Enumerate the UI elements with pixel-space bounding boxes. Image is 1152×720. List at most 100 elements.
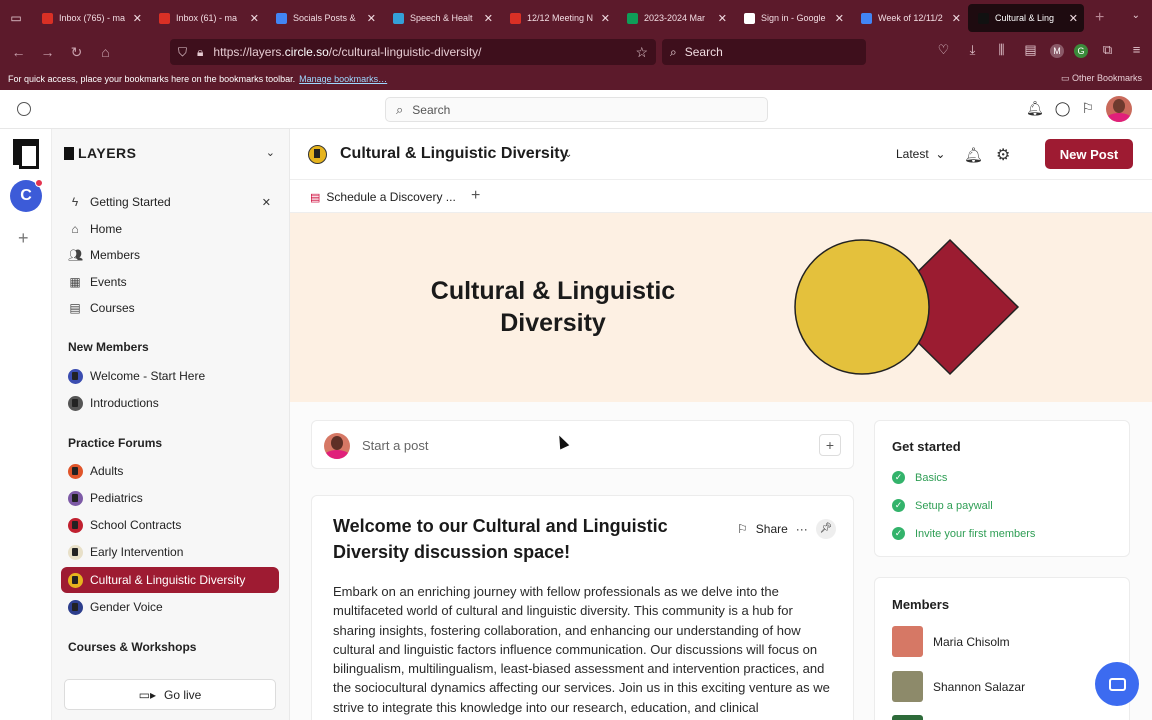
browser-tab[interactable]: Inbox (61) - ma ✕ — [149, 4, 265, 32]
home-button[interactable]: ⌂ — [91, 44, 120, 60]
other-bookmarks[interactable]: ▭ Other Bookmarks — [1061, 73, 1142, 84]
menu-icon[interactable]: ≡ — [1127, 42, 1146, 58]
browser-tab[interactable]: Sign in - Google ✕ — [734, 4, 850, 32]
close-tab-icon[interactable]: ✕ — [952, 12, 961, 25]
close-tab-icon[interactable]: ✕ — [1069, 12, 1078, 25]
discovery-link[interactable]: ▤ Schedule a Discovery ... — [310, 190, 456, 204]
close-tab-icon[interactable]: ✕ — [133, 12, 142, 25]
add-workspace-button[interactable]: + — [18, 228, 29, 249]
sidebar-item-adults[interactable]: Adults — [61, 458, 279, 484]
shield-icon: ⛉ — [178, 44, 188, 59]
tab-list-chevron-icon[interactable]: ⌄ — [1132, 10, 1140, 21]
close-tab-icon[interactable]: ✕ — [250, 12, 259, 25]
browser-tab[interactable]: Socials Posts & ✕ — [266, 4, 382, 32]
share-button[interactable]: Share — [756, 522, 788, 536]
user-avatar[interactable] — [1106, 96, 1132, 122]
sidebar-item-pediatrics[interactable]: Pediatrics — [61, 485, 279, 511]
sidebar-item-gender-voice[interactable]: Gender Voice — [61, 594, 279, 620]
reload-button[interactable]: ↻ — [62, 44, 91, 61]
library-icon[interactable]: ⫼ — [992, 42, 1011, 58]
page-title[interactable]: Cultural & Linguistic Diversity — [340, 145, 568, 163]
section-heading[interactable]: Courses & Workshops — [68, 640, 196, 654]
member-row[interactable]: Shannon Salazar — [892, 671, 1025, 702]
sidebar-item-getting-started[interactable]: ϟ Getting Started ✕ — [61, 189, 279, 215]
checklist-item[interactable]: ✓ Invite your first members — [892, 527, 1035, 540]
browser-tab[interactable]: Week of 12/11/2 ✕ — [851, 4, 967, 32]
close-tab-icon[interactable]: ✕ — [484, 12, 493, 25]
gmail-icon — [159, 12, 170, 24]
add-link-button[interactable]: + — [471, 187, 480, 205]
chevron-down-icon[interactable]: ⌄ — [266, 146, 275, 159]
section-heading[interactable]: Practice Forums — [68, 436, 162, 450]
sidebar-item-courses[interactable]: ▤ Courses — [61, 295, 279, 321]
close-tab-icon[interactable]: ✕ — [718, 12, 727, 25]
go-live-button[interactable]: ▭▸ Go live — [64, 679, 276, 710]
sidebar-item-home[interactable]: ⌂ Home — [61, 216, 279, 242]
sidebar-item-label: Adults — [90, 464, 124, 478]
section-heading[interactable]: New Members — [68, 340, 149, 354]
tab-overview-icon[interactable]: ▭ — [0, 0, 32, 36]
sort-dropdown[interactable]: Latest ⌄ — [896, 147, 945, 161]
sidebar-item-welcome[interactable]: Welcome - Start Here — [61, 363, 279, 389]
community-switcher-icon[interactable] — [17, 102, 31, 116]
sidebar-toggle-icon[interactable]: ▤ — [1021, 42, 1040, 58]
pin-icon[interactable]: 📌︎ — [815, 519, 836, 539]
bolt-icon: ϟ — [71, 195, 79, 209]
sidebar-item-events[interactable]: ▦ Events — [61, 269, 279, 295]
more-options-icon[interactable]: ··· — [796, 522, 808, 536]
post-composer[interactable]: Start a post + — [311, 420, 854, 469]
browser-tab[interactable]: Speech & Healt ✕ — [383, 4, 499, 32]
checklist-item[interactable]: ✓ Setup a paywall — [892, 499, 993, 512]
sidebar-item-label: Courses — [90, 301, 135, 315]
browser-tab[interactable]: Inbox (765) - ma ✕ — [32, 4, 148, 32]
calendar-icon: ▦ — [69, 275, 81, 289]
sidebar-item-members[interactable]: 👥︎ Members — [61, 242, 279, 268]
bookmarks-icon[interactable]: ⚐ — [1081, 100, 1094, 117]
messages-icon[interactable]: ◯ — [1055, 100, 1071, 117]
sidebar-item-cultural-linguistic-diversity[interactable]: Cultural & Linguistic Diversity — [61, 567, 279, 593]
sidebar-item-school-contracts[interactable]: School Contracts — [61, 512, 279, 538]
browser-tab[interactable]: 12/12 Meeting N ✕ — [500, 4, 616, 32]
gear-icon[interactable]: ⚙ — [996, 145, 1010, 165]
browser-tab[interactable]: Cultural & Ling ✕ — [968, 4, 1084, 32]
space-icon — [68, 490, 83, 506]
app-search-input[interactable]: ⌕ Search — [385, 97, 768, 122]
browser-search-input[interactable]: ⌕ Search — [662, 39, 866, 65]
download-icon[interactable]: ⤓ — [963, 42, 982, 58]
brand[interactable]: LAYERS — [64, 145, 137, 161]
url-bar[interactable]: ⛉ 🔒︎ https://layers.circle.so/c/cultural… — [170, 39, 656, 65]
manage-bookmarks-link[interactable]: Manage bookmarks… — [299, 74, 387, 84]
member-row[interactable]: Maria Chisolm — [892, 626, 1010, 657]
close-tab-icon[interactable]: ✕ — [367, 12, 376, 25]
sidebar-item-early-intervention[interactable]: Early Intervention — [61, 539, 279, 565]
new-tab-button[interactable]: + — [1095, 9, 1104, 27]
new-post-button[interactable]: New Post — [1045, 139, 1133, 169]
forward-button[interactable]: → — [33, 44, 62, 60]
bookmark-icon[interactable]: ⚐ — [737, 522, 748, 536]
pinned-post: Welcome to our Cultural and Linguistic D… — [311, 495, 854, 720]
chat-support-button[interactable] — [1095, 662, 1139, 706]
extension-grammarly-icon[interactable]: G — [1074, 44, 1088, 58]
sidebar-item-introductions[interactable]: Introductions — [61, 390, 279, 416]
post-title[interactable]: Welcome to our Cultural and Linguistic D… — [333, 513, 713, 565]
space-notifications-bell-icon[interactable]: 🔔︎ — [964, 146, 983, 164]
bookmark-star-icon[interactable]: ☆ — [635, 44, 648, 61]
chevron-down-icon[interactable]: ⌄ — [564, 149, 572, 160]
notifications-bell-icon[interactable]: 🔔︎ — [1026, 100, 1044, 117]
close-tab-icon[interactable]: ✕ — [601, 12, 610, 25]
back-button[interactable]: ← — [4, 44, 33, 60]
space-links-bar: ▤ Schedule a Discovery ... + — [290, 180, 1152, 213]
checklist-item[interactable]: ✓ Basics — [892, 471, 947, 484]
add-icon[interactable]: + — [819, 434, 841, 456]
layers-logo-icon[interactable] — [13, 139, 39, 169]
extension-m-icon[interactable]: M — [1050, 44, 1064, 58]
close-tab-icon[interactable]: ✕ — [835, 12, 844, 25]
member-row[interactable] — [892, 715, 933, 720]
card-title[interactable]: Members — [892, 597, 949, 612]
pocket-icon[interactable]: ♡ — [934, 42, 953, 58]
close-icon[interactable]: ✕ — [262, 196, 271, 209]
browser-tab[interactable]: 2023-2024 Mar ✕ — [617, 4, 733, 32]
notification-dot — [35, 179, 43, 187]
extensions-puzzle-icon[interactable]: ⧉ — [1098, 42, 1117, 58]
space-icon — [68, 463, 83, 479]
